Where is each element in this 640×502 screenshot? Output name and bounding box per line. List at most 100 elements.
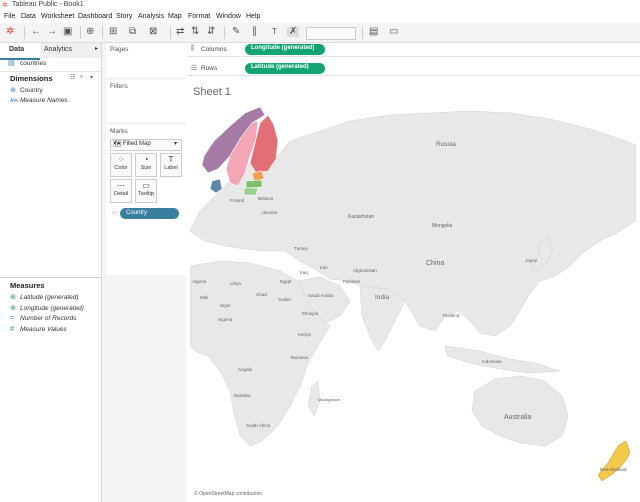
map-label: Pakistan: [343, 279, 361, 284]
new-worksheet-icon[interactable]: ⊞: [109, 27, 117, 37]
hash-icon: #: [10, 326, 14, 333]
sheet-title[interactable]: Sheet 1: [193, 86, 231, 98]
fix-axes-icon[interactable]: ✗: [287, 27, 300, 37]
field-label: Number of Records: [20, 315, 77, 322]
show-labels-icon[interactable]: T: [272, 27, 277, 37]
map-label: Mongolia: [432, 223, 453, 229]
map-label: Egypt: [280, 279, 292, 284]
map-label: Ukraine: [262, 210, 278, 215]
duplicate-sheet-icon[interactable]: ⧉: [129, 27, 136, 37]
mark-type-label: Filled Map: [123, 141, 151, 147]
marks-card: Marks 🗺︎ Filled Map ▾ ⁘ Color ◔ Size T Labe…: [106, 125, 186, 275]
map-label: Nigeria: [218, 317, 233, 322]
longitude-pill[interactable]: Longitude (generated): [245, 44, 325, 55]
group-icon[interactable]: ∥: [252, 27, 257, 37]
label-button[interactable]: T Label: [160, 153, 182, 177]
map-label: Niger: [220, 303, 231, 308]
clear-sheet-icon[interactable]: ⊠: [149, 27, 157, 37]
field-label: Longitude (generated): [20, 305, 84, 312]
presentation-mode-icon[interactable]: ▭: [389, 27, 398, 37]
marks-title: Marks: [110, 128, 128, 135]
menu-file[interactable]: File: [4, 13, 15, 20]
dimensions-header: Dimensions: [10, 74, 53, 83]
map-view[interactable]: Russia Kazakhstan Mongolia China Japan I…: [190, 101, 636, 498]
size-label: Size: [140, 165, 152, 171]
pages-card[interactable]: Pages: [106, 43, 186, 77]
abc-icon: Abc: [10, 98, 19, 104]
country-pill[interactable]: Country: [120, 208, 179, 219]
rows-shelf[interactable]: ☰ Rows Latitude (generated): [187, 62, 640, 76]
menu-map[interactable]: Map: [168, 13, 182, 20]
search-icon[interactable]: ⌕: [80, 74, 83, 81]
field-measure-values[interactable]: # Measure Values: [10, 326, 67, 333]
field-longitude[interactable]: ⊕ Longitude (generated): [10, 304, 84, 312]
field-label: Country: [20, 87, 43, 94]
field-measure-names[interactable]: AbcMeasure Names: [10, 97, 68, 104]
rows-icon: ☰: [191, 65, 198, 72]
globe-icon: ⊕: [10, 87, 16, 94]
color-icon: ⁘: [117, 155, 125, 164]
tab-data-label: Data: [9, 46, 25, 53]
menu-story[interactable]: Story: [116, 13, 132, 20]
tableau-logo-icon[interactable]: ✲: [6, 27, 14, 37]
tooltip-button[interactable]: ▭ Tooltip: [135, 179, 157, 203]
size-button[interactable]: ◔ Size: [135, 153, 157, 177]
map-label: Ethiopia: [302, 311, 319, 316]
swap-icon[interactable]: ⇄: [176, 27, 184, 37]
redo-icon[interactable]: →: [47, 27, 57, 37]
map-label: Tanzania: [290, 355, 309, 360]
columns-shelf[interactable]: ⫼ Columns Longitude (generated): [187, 43, 640, 57]
menu-help[interactable]: Help: [246, 13, 260, 20]
menu-dashboard[interactable]: Dashboard: [78, 13, 112, 20]
map-label: Sudan: [278, 297, 292, 302]
fit-dropdown[interactable]: [306, 27, 356, 40]
cards-column: Pages Filters Marks 🗺︎ Filled Map ▾ ⁘ Col…: [102, 43, 186, 502]
sort-ascending-icon[interactable]: ⇅: [191, 27, 199, 37]
field-country[interactable]: ⊕ Country: [10, 86, 43, 94]
map-label: China: [426, 260, 444, 267]
map-attribution[interactable]: © OpenStreetMap contributors: [194, 491, 262, 497]
new-datasource-icon[interactable]: ⊕: [86, 27, 94, 37]
window-title: Tableau Public - Book1: [12, 1, 84, 8]
menu-data[interactable]: Data: [21, 13, 36, 20]
land-indonesia: [444, 345, 561, 374]
detail-button[interactable]: ⋯ Detail: [110, 179, 132, 203]
sort-descending-icon[interactable]: ⇵: [207, 27, 215, 37]
highlight-icon[interactable]: ✎: [232, 27, 240, 37]
globe-icon: ⊕: [10, 305, 16, 312]
filters-card[interactable]: Filters: [106, 80, 186, 122]
menu-format[interactable]: Format: [188, 13, 210, 20]
datasource-row[interactable]: ▤ countries: [0, 58, 101, 70]
pages-title: Pages: [110, 46, 129, 53]
save-icon[interactable]: ▣: [63, 27, 72, 37]
menu-worksheet[interactable]: Worksheet: [41, 13, 74, 20]
menu-analysis[interactable]: Analysis: [138, 13, 164, 20]
chevron-down-icon[interactable]: ▾: [90, 74, 93, 81]
view-list-icon[interactable]: ☷: [70, 74, 75, 81]
app-logo-icon: ✲: [2, 2, 8, 9]
mark-type-dropdown[interactable]: 🗺︎ Filled Map ▾: [110, 139, 182, 151]
undo-icon[interactable]: ←: [31, 27, 41, 37]
field-latitude[interactable]: ⊕ Latitude (generated): [10, 293, 79, 301]
color-icon: ⁘: [111, 210, 117, 217]
measures-header: Measures: [10, 281, 45, 290]
color-button[interactable]: ⁘ Color: [110, 153, 132, 177]
hash-icon: =: [10, 315, 15, 322]
map-label: Libya: [230, 281, 241, 286]
chevron-right-icon: ▸: [94, 46, 98, 52]
map-label: Belarus: [258, 196, 274, 201]
field-label: Measure Values: [20, 326, 67, 333]
map-label: Angola: [238, 367, 253, 372]
map-label: Japan: [525, 258, 538, 263]
columns-icon: ⫼: [191, 45, 195, 52]
tab-analytics[interactable]: Analytics ▸: [40, 43, 101, 58]
map-label: South Africa: [246, 423, 271, 428]
menu-bar: File Data Worksheet Dashboard Story Anal…: [0, 11, 640, 23]
latitude-pill[interactable]: Latitude (generated): [245, 63, 325, 74]
field-number-of-records[interactable]: = Number of Records: [10, 315, 76, 322]
show-cards-icon[interactable]: ▤: [369, 27, 378, 37]
detail-icon: ⋯: [117, 181, 125, 190]
menu-window[interactable]: Window: [216, 13, 241, 20]
map-label: Mali: [200, 295, 208, 300]
map-label: Kazakhstan: [348, 214, 374, 220]
